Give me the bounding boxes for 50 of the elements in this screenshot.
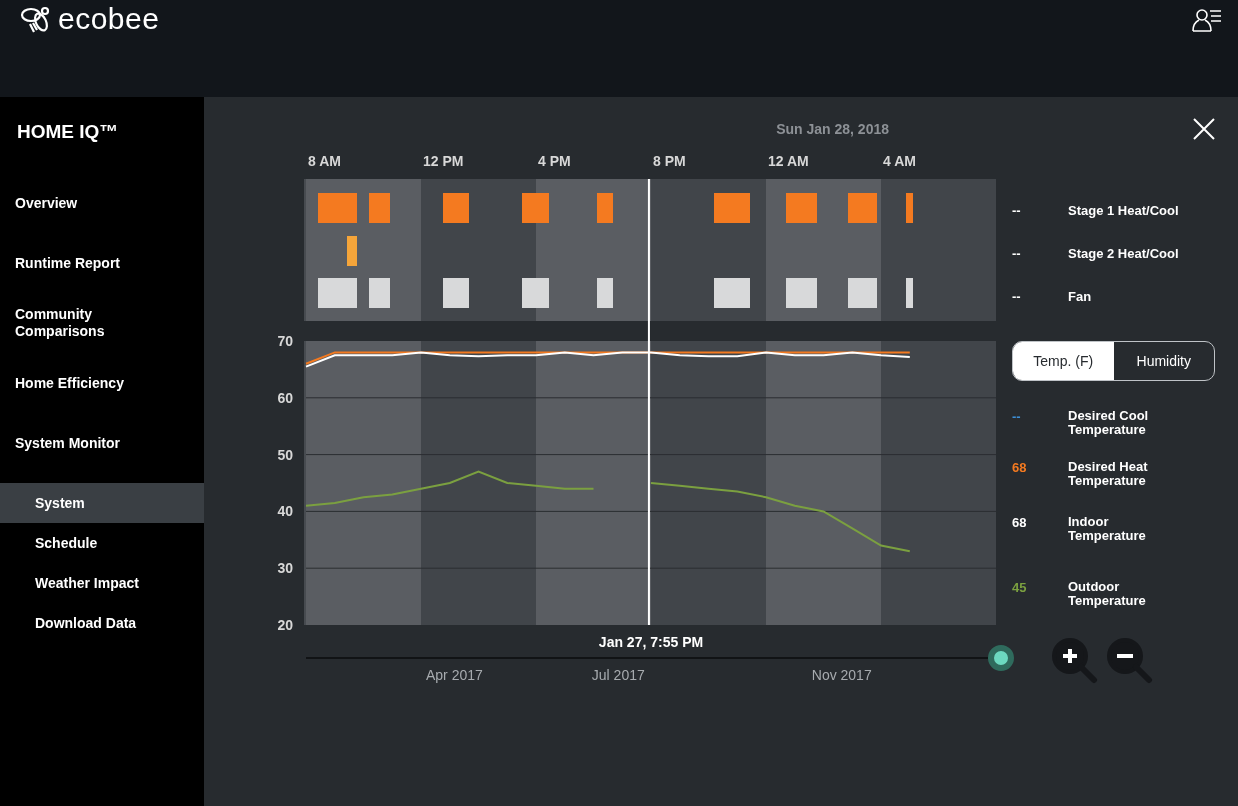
y-axis-label: 60 bbox=[277, 389, 293, 406]
close-icon[interactable] bbox=[1193, 118, 1215, 140]
cursor-time-label: Jan 27, 7:55 PM bbox=[598, 634, 704, 650]
sidebar-title: HOME IQ™ bbox=[16, 120, 120, 144]
logo-text: ecobee bbox=[58, 2, 160, 36]
sidebar-item[interactable]: Home Efficiency bbox=[0, 363, 180, 403]
user-menu-icon[interactable] bbox=[1192, 8, 1222, 32]
legend-label: Outdoor Temperature bbox=[1068, 580, 1147, 608]
legend-value: 68 bbox=[1012, 515, 1028, 530]
timeline-label: Jul 2017 bbox=[591, 667, 645, 683]
y-axis-label: 30 bbox=[277, 560, 293, 577]
zoom-out-icon[interactable] bbox=[1105, 636, 1153, 684]
time-axis-label: 4 PM bbox=[538, 153, 571, 169]
toggle-tab[interactable]: Humidity bbox=[1113, 342, 1214, 380]
runtime-legend-label: Fan bbox=[1068, 288, 1092, 304]
cursor-line[interactable] bbox=[647, 179, 650, 625]
runtime-value: -- bbox=[1012, 245, 1022, 261]
legend-label: Indoor Temperature bbox=[1068, 515, 1147, 543]
timeline-label: Apr 2017 bbox=[426, 667, 483, 683]
runtime-value: -- bbox=[1012, 202, 1022, 218]
legend-label: Desired Heat Temperature bbox=[1068, 460, 1149, 488]
legend-value: 68 bbox=[1012, 460, 1028, 475]
zoom-in-icon[interactable] bbox=[1050, 636, 1098, 684]
time-axis-label: 12 AM bbox=[768, 153, 809, 169]
y-axis-label: 70 bbox=[277, 333, 293, 349]
sidebar-item[interactable]: Runtime Report bbox=[0, 243, 180, 283]
y-axis-label: 40 bbox=[277, 503, 293, 520]
runtime-value: -- bbox=[1012, 288, 1022, 304]
sidebar-item[interactable]: System Monitor bbox=[0, 423, 180, 463]
timeline-handle[interactable] bbox=[988, 645, 1014, 671]
y-axis-label: 50 bbox=[277, 446, 293, 463]
date-label: Sun Jan 28, 2018 bbox=[776, 121, 889, 137]
sidebar-subitem[interactable]: System bbox=[0, 483, 204, 523]
time-axis-label: 12 PM bbox=[423, 153, 464, 169]
legend-value: -- bbox=[1012, 409, 1022, 424]
sidebar-subitem[interactable]: Weather Impact bbox=[0, 563, 204, 603]
toggle-tab[interactable]: Temp. (F) bbox=[1013, 342, 1114, 380]
time-axis-label: 8 AM bbox=[308, 153, 341, 169]
runtime-legend-label: Stage 1 Heat/Cool bbox=[1068, 202, 1179, 218]
time-axis-label: 8 PM bbox=[653, 153, 686, 169]
runtime-legend-label: Stage 2 Heat/Cool bbox=[1068, 245, 1179, 261]
sidebar-item[interactable]: Overview bbox=[0, 183, 180, 223]
time-axis-label: 4 AM bbox=[883, 153, 916, 169]
sidebar-item[interactable]: Community Comparisons bbox=[0, 303, 180, 343]
legend-value: 45 bbox=[1012, 580, 1028, 595]
timeline-label: Nov 2017 bbox=[811, 667, 872, 683]
sidebar-subitem[interactable]: Download Data bbox=[0, 603, 204, 643]
y-axis-label: 20 bbox=[277, 617, 293, 632]
sidebar-subitem[interactable]: Schedule bbox=[0, 523, 204, 563]
legend-label: Desired Cool Temperature bbox=[1068, 409, 1150, 437]
